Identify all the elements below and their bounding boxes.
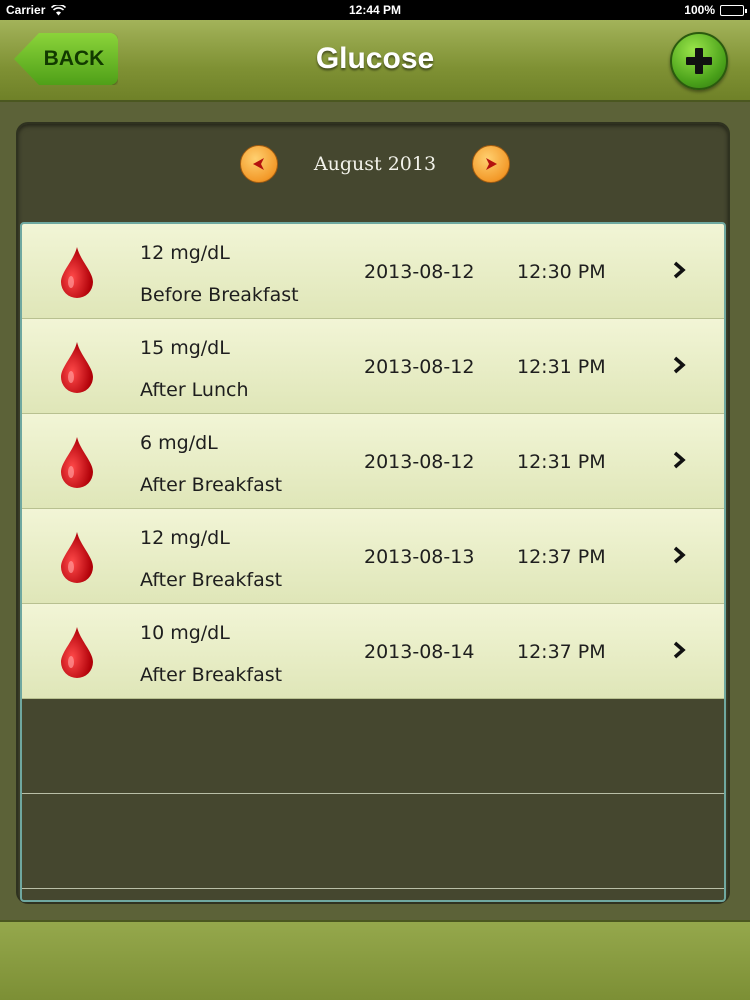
blood-drop-icon: [61, 437, 93, 488]
glucose-value: 10 mg/dL: [140, 622, 230, 644]
entry-time: 12:31 PM: [517, 451, 606, 473]
table-row[interactable]: 12 mg/dL After Breakfast 2013-08-13 12:3…: [22, 509, 724, 604]
add-entry-button[interactable]: [670, 32, 728, 90]
glucose-value: 15 mg/dL: [140, 337, 230, 359]
entry-time: 12:30 PM: [517, 261, 606, 283]
meal-label: Before Breakfast: [140, 284, 299, 306]
month-label: August 2013: [313, 153, 437, 175]
page-title: Glucose: [315, 42, 435, 75]
chevron-right-icon: [673, 641, 686, 659]
entry-time: 12:31 PM: [517, 356, 606, 378]
status-time: 12:44 PM: [348, 3, 402, 17]
table-row[interactable]: 6 mg/dL After Breakfast 2013-08-12 12:31…: [22, 414, 724, 509]
previous-month-button[interactable]: [240, 145, 278, 183]
entry-date: 2013-08-12: [364, 451, 475, 473]
entry-time: 12:37 PM: [517, 641, 606, 663]
chevron-right-icon: [673, 451, 686, 469]
blood-drop-icon: [61, 342, 93, 393]
entry-date: 2013-08-12: [364, 356, 475, 378]
battery-icon: [720, 4, 747, 16]
table-row[interactable]: 12 mg/dL Before Breakfast 2013-08-12 12:…: [22, 224, 724, 319]
entry-date: 2013-08-12: [364, 261, 475, 283]
arrow-right-icon: [486, 158, 497, 170]
bottom-bar: [0, 920, 750, 1000]
chevron-right-icon: [673, 261, 686, 279]
content-area: August 2013 12 mg/dL Before Breakfast 20…: [0, 102, 750, 920]
entry-date: 2013-08-13: [364, 546, 475, 568]
glucose-value: 12 mg/dL: [140, 527, 230, 549]
arrow-left-icon: [253, 158, 264, 170]
entry-time: 12:37 PM: [517, 546, 606, 568]
glucose-entry-list: 12 mg/dL Before Breakfast 2013-08-12 12:…: [20, 222, 726, 902]
empty-row: [22, 794, 724, 889]
blood-drop-icon: [61, 532, 93, 583]
chevron-right-icon: [673, 546, 686, 564]
entry-date: 2013-08-14: [364, 641, 475, 663]
meal-label: After Breakfast: [140, 474, 283, 496]
table-row[interactable]: 15 mg/dL After Lunch 2013-08-12 12:31 PM: [22, 319, 724, 414]
blood-drop-icon: [61, 627, 93, 678]
meal-label: After Breakfast: [140, 664, 283, 686]
glucose-panel: August 2013 12 mg/dL Before Breakfast 20…: [16, 122, 730, 904]
next-month-button[interactable]: [472, 145, 510, 183]
status-right: 100%: [684, 3, 747, 17]
chevron-right-icon: [673, 356, 686, 374]
meal-label: After Breakfast: [140, 569, 283, 591]
month-navigator: August 2013: [18, 144, 732, 184]
table-row[interactable]: 10 mg/dL After Breakfast 2013-08-14 12:3…: [22, 604, 724, 699]
empty-row: [22, 699, 724, 794]
battery-percent: 100%: [684, 3, 715, 17]
nav-bar: BACK Glucose: [0, 20, 750, 102]
meal-label: After Lunch: [140, 379, 249, 401]
glucose-value: 12 mg/dL: [140, 242, 230, 264]
status-bar: Carrier 12:44 PM 100%: [0, 0, 750, 20]
glucose-value: 6 mg/dL: [140, 432, 218, 454]
blood-drop-icon: [61, 247, 93, 298]
plus-icon: [686, 48, 712, 74]
